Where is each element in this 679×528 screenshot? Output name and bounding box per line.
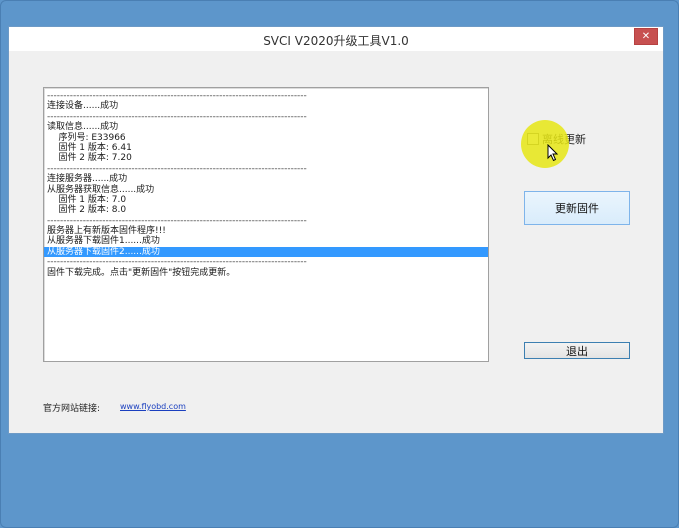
log-line[interactable]: 固件 2 版本: 8.0: [44, 205, 488, 215]
log-line[interactable]: 连接服务器......成功: [44, 174, 488, 184]
close-button[interactable]: ✕: [634, 28, 658, 45]
log-listbox[interactable]: ----------------------------------------…: [43, 87, 489, 362]
log-line[interactable]: 固件 1 版本: 6.41: [44, 143, 488, 153]
app-window: SVCI V2020升级工具V1.0 ✕ -------------------…: [8, 26, 664, 434]
log-line[interactable]: 固件 1 版本: 7.0: [44, 195, 488, 205]
log-separator[interactable]: ----------------------------------------…: [44, 216, 488, 226]
update-firmware-button[interactable]: 更新固件: [524, 191, 630, 225]
cursor-highlight: [521, 120, 569, 168]
log-line[interactable]: 从服务器获取信息......成功: [44, 185, 488, 195]
title-bar[interactable]: SVCI V2020升级工具V1.0 ✕: [9, 27, 663, 51]
log-line[interactable]: 固件下载完成。点击"更新固件"按钮完成更新。: [44, 268, 488, 278]
log-line[interactable]: 从服务器下载固件1......成功: [44, 236, 488, 246]
log-line[interactable]: 读取信息......成功: [44, 122, 488, 132]
log-line[interactable]: 连接设备......成功: [44, 101, 488, 111]
website-label: 官方网站链接:: [43, 404, 101, 414]
log-separator[interactable]: ----------------------------------------…: [44, 164, 488, 174]
log-separator[interactable]: ----------------------------------------…: [44, 257, 488, 267]
log-line[interactable]: 序列号: E33966: [44, 133, 488, 143]
update-firmware-label: 更新固件: [555, 202, 599, 215]
log-separator[interactable]: ----------------------------------------…: [44, 91, 488, 101]
mouse-cursor-icon: [547, 144, 559, 162]
exit-button[interactable]: 退出: [524, 342, 630, 359]
log-line[interactable]: 服务器上有新版本固件程序!!!: [44, 226, 488, 236]
window-title: SVCI V2020升级工具V1.0: [263, 34, 409, 48]
exit-button-label: 退出: [566, 344, 588, 358]
close-icon: ✕: [641, 31, 651, 42]
log-separator[interactable]: ----------------------------------------…: [44, 112, 488, 122]
client-area: ----------------------------------------…: [9, 51, 663, 433]
website-link[interactable]: www.flyobd.com: [120, 402, 186, 411]
log-line[interactable]: 固件 2 版本: 7.20: [44, 153, 488, 163]
log-line-selected[interactable]: 从服务器下载固件2......成功: [44, 246, 488, 258]
